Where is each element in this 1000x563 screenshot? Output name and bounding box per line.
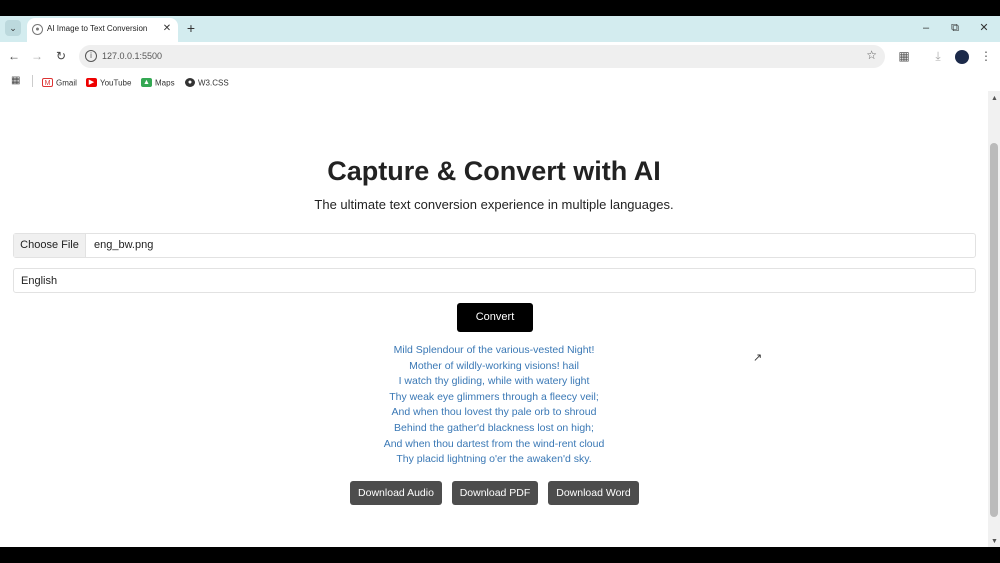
bookmark-w3css[interactable]: ● W3.CSS [185, 74, 229, 88]
menu-kebab-icon[interactable]: ⋮ [978, 48, 994, 64]
bookmark-youtube[interactable]: ▶ YouTube [86, 74, 131, 88]
tab-strip: ⌄ ● AI Image to Text Conversion ✕ + – ⧉ … [0, 16, 1000, 42]
selected-file-name: eng_bw.png [94, 239, 154, 251]
output-line: Behind the gather'd blackness lost on hi… [394, 421, 594, 434]
window-close-icon[interactable]: ✕ [974, 20, 994, 36]
page-scrollbar[interactable]: ▲ ▼ [988, 91, 1000, 547]
output-line: Mother of wildly-working visions! hail [409, 359, 579, 372]
choose-file-button[interactable]: Choose File [14, 234, 86, 257]
gmail-icon: M [42, 78, 53, 88]
output-line: I watch thy gliding, while with watery l… [398, 375, 590, 388]
download-pdf-button[interactable]: Download PDF [452, 481, 538, 505]
new-tab-plus-icon[interactable]: + [183, 19, 199, 37]
download-word-button[interactable]: Download Word [548, 481, 639, 505]
reload-icon[interactable]: ↻ [53, 48, 69, 64]
profile-avatar[interactable] [955, 50, 969, 64]
address-url: 127.0.0.1:5500 [102, 51, 163, 61]
active-tab[interactable]: ● AI Image to Text Conversion ✕ [27, 18, 178, 42]
file-input[interactable]: Choose File eng_bw.png [13, 233, 976, 258]
bookmark-maps[interactable]: ▲ Maps [141, 74, 175, 88]
language-selected-value: English [21, 275, 58, 287]
scroll-up-arrow-icon[interactable]: ▲ [991, 95, 998, 102]
restore-icon[interactable]: ⧉ [945, 20, 965, 36]
maps-icon: ▲ [141, 78, 152, 88]
page-subtitle: The ultimate text conversion experience … [314, 197, 674, 212]
download-audio-button[interactable]: Download Audio [350, 481, 442, 505]
output-line: And when thou dartest from the wind-rent… [383, 437, 605, 450]
w3css-icon: ● [185, 78, 195, 88]
page-content: Capture & Convert with AI The ultimate t… [0, 91, 988, 547]
scroll-down-arrow-icon[interactable]: ▼ [991, 538, 998, 545]
output-line: Mild Splendour of the various-vested Nig… [393, 344, 595, 356]
page-title: Capture & Convert with AI [327, 156, 661, 186]
bookmarks-bar: ▦ M Gmail ▶ YouTube ▲ Maps ● W3.CSS [0, 71, 1000, 91]
converted-text-output: Mild Splendour of the various-vested Nig… [0, 343, 988, 468]
bookmarks-divider [32, 75, 33, 87]
convert-button[interactable]: Convert [457, 303, 533, 332]
tab-search-chevron-icon[interactable]: ⌄ [5, 20, 21, 36]
download-icon[interactable]: ⤓ [930, 48, 946, 64]
scrollbar-thumb[interactable] [990, 143, 998, 517]
tab-close-icon[interactable]: ✕ [161, 22, 173, 36]
browser-toolbar: ← → ↻ i 127.0.0.1:5500 ☆ ▦ ⤓ ⋮ [0, 42, 1000, 71]
youtube-icon: ▶ [86, 78, 97, 88]
language-select[interactable]: English [13, 268, 976, 293]
address-bar[interactable]: i 127.0.0.1:5500 ☆ [79, 45, 885, 68]
apps-grid-icon[interactable]: ▦ [11, 75, 22, 86]
output-line: Thy weak eye glimmers through a fleecy v… [389, 390, 599, 403]
screen: ⌄ ● AI Image to Text Conversion ✕ + – ⧉ … [0, 0, 1000, 563]
output-line: Thy placid lightning o'er the awaken'd s… [396, 453, 592, 466]
globe-icon: ● [32, 24, 43, 35]
extensions-puzzle-icon[interactable]: ▦ [896, 48, 912, 64]
bookmark-gmail[interactable]: M Gmail [42, 74, 77, 88]
tab-title: AI Image to Text Conversion [47, 24, 148, 33]
mouse-cursor-icon: ↗ [753, 352, 763, 364]
forward-arrow-icon[interactable]: → [29, 48, 45, 64]
site-info-icon[interactable]: i [85, 50, 97, 62]
bookmark-star-icon[interactable]: ☆ [866, 48, 877, 62]
output-line: And when thou lovest thy pale orb to shr… [391, 406, 597, 419]
minimize-icon[interactable]: – [916, 20, 936, 36]
back-arrow-icon[interactable]: ← [6, 48, 22, 64]
